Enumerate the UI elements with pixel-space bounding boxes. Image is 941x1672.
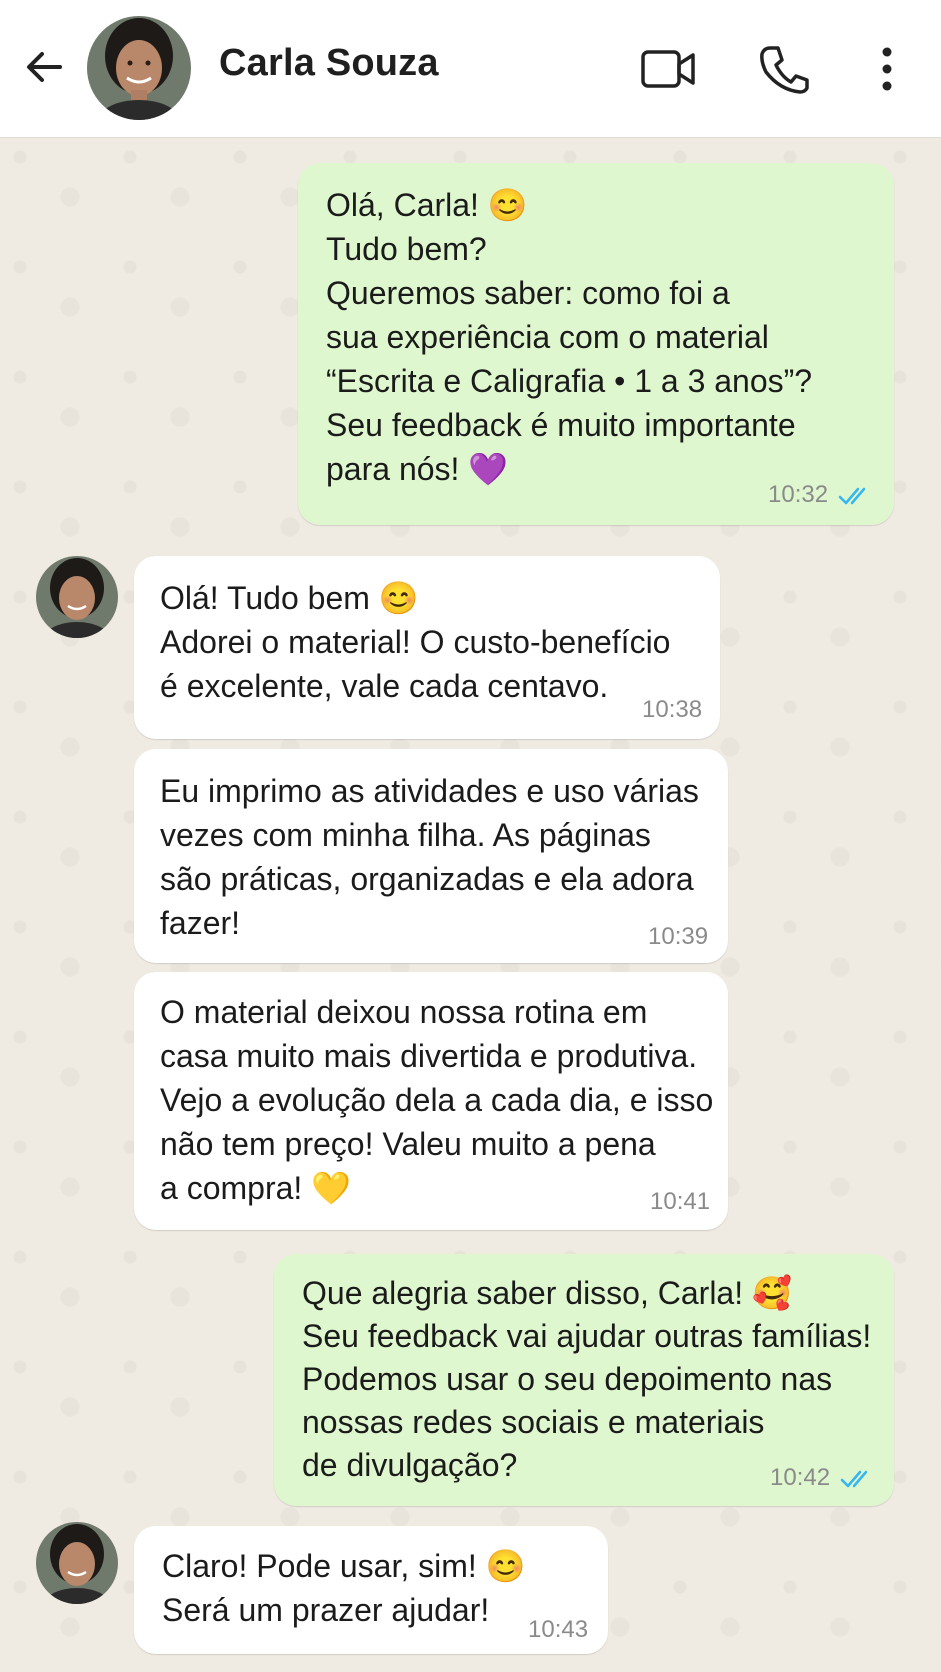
message-text: O material deixou nossa rotina em casa m… <box>160 994 714 1206</box>
message-bubble-outgoing[interactable]: Que alegria saber disso, Carla! 🥰 Seu fe… <box>274 1254 894 1506</box>
message-bubble-incoming[interactable]: Eu imprimo as atividades e uso várias ve… <box>134 749 728 963</box>
chat-header: Carla Souza <box>0 0 941 137</box>
message-text: Eu imprimo as atividades e uso várias ve… <box>160 773 699 941</box>
contact-avatar-small[interactable] <box>36 556 118 638</box>
message-time: 10:32 <box>768 481 829 508</box>
message-time: 10:41 <box>650 1188 711 1215</box>
contact-avatar-small[interactable] <box>36 1522 118 1604</box>
double-check-read-icon <box>840 1470 868 1488</box>
message-bubble-outgoing[interactable]: Olá, Carla! 😊 Tudo bem? Queremos saber: … <box>298 163 894 525</box>
message-bubble-incoming[interactable]: Olá! Tudo bem 😊 Adorei o material! O cus… <box>134 556 720 739</box>
message-text: Olá, Carla! 😊 Tudo bem? Queremos saber: … <box>326 187 813 487</box>
message-time: 10:43 <box>528 1616 589 1643</box>
phone-icon[interactable] <box>758 44 810 94</box>
message-time: 10:38 <box>642 696 703 723</box>
more-vertical-icon[interactable] <box>875 44 899 94</box>
arrow-left-icon[interactable] <box>20 42 70 92</box>
message-text: Olá! Tudo bem 😊 Adorei o material! O cus… <box>160 580 671 704</box>
message-time: 10:42 <box>770 1464 831 1491</box>
message-bubble-incoming[interactable]: O material deixou nossa rotina em casa m… <box>134 972 728 1230</box>
video-camera-icon[interactable] <box>640 46 696 92</box>
message-bubble-incoming[interactable]: Claro! Pode usar, sim! 😊 Será um prazer … <box>134 1526 608 1654</box>
contact-avatar[interactable] <box>87 16 191 120</box>
double-check-read-icon <box>838 487 866 505</box>
contact-name[interactable]: Carla Souza <box>219 42 439 85</box>
message-text: Que alegria saber disso, Carla! 🥰 Seu fe… <box>302 1275 872 1483</box>
message-time: 10:39 <box>648 923 709 950</box>
